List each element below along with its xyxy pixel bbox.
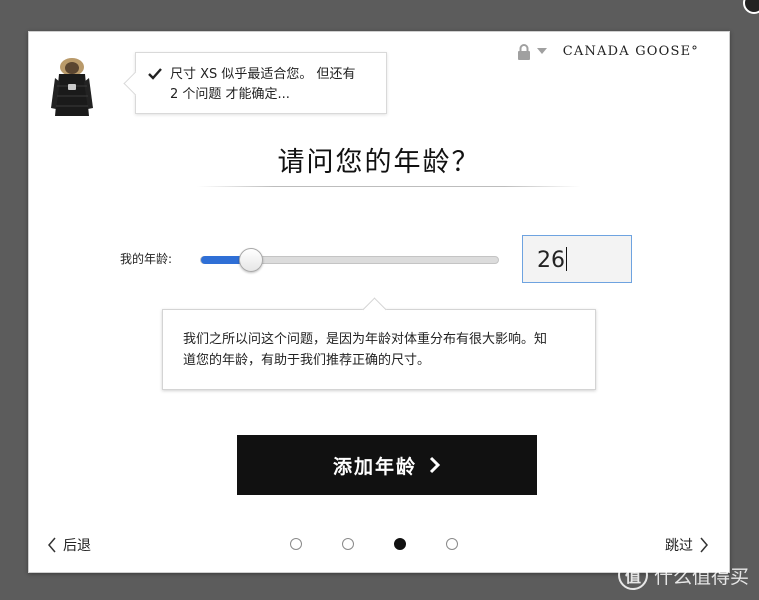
brand-logo: CANADA GOOSE° — [562, 43, 699, 59]
step-pagination — [290, 538, 498, 550]
header-right: CANADA GOOSE° — [517, 42, 699, 60]
add-age-button[interactable]: 添加年龄 — [237, 435, 537, 495]
add-age-button-label: 添加年龄 — [332, 455, 417, 478]
page-title: 请问您的年龄？ — [277, 147, 481, 178]
skip-label: 跳过 — [665, 538, 693, 554]
age-input[interactable]: 26 — [522, 235, 632, 283]
text-caret — [566, 247, 567, 271]
chevron-down-icon[interactable] — [536, 46, 549, 56]
chevron-left-icon — [47, 537, 57, 553]
chevron-right-icon — [429, 456, 441, 474]
age-label: 我的年龄: — [120, 252, 173, 266]
check-icon — [148, 67, 162, 81]
close-button[interactable] — [743, 0, 759, 14]
size-hint-line1: 尺寸 XS 似乎最适合您。 但还有 — [170, 67, 356, 82]
product-image — [49, 56, 95, 128]
title-divider — [197, 186, 581, 187]
pagination-dot[interactable] — [290, 538, 302, 550]
size-finder-modal: CANADA GOOSE° 尺寸 XS 似乎最适合您。 但还有 2 个问题 才能… — [28, 31, 730, 573]
age-slider-handle[interactable] — [239, 248, 264, 272]
pagination-dot[interactable] — [446, 538, 458, 550]
watermark: 值 什么值得买 — [617, 560, 749, 590]
size-hint-tooltip: 尺寸 XS 似乎最适合您。 但还有 2 个问题 才能确定... — [135, 52, 387, 114]
pagination-dot[interactable] — [342, 538, 354, 550]
back-button[interactable]: 后退 — [47, 535, 91, 555]
lock-icon[interactable] — [517, 42, 533, 60]
watermark-text: 什么值得买 — [653, 565, 749, 588]
age-input-value: 26 — [537, 248, 565, 273]
size-hint-line2: 2 个问题 才能确定... — [170, 87, 290, 102]
watermark-logo-icon: 值 — [617, 560, 648, 590]
age-explanation-tooltip: 我们之所以问这个问题，是因为年龄对体重分布有很大影响。知 道您的年龄，有助于我们… — [162, 309, 596, 390]
explanation-line1: 我们之所以问这个问题，是因为年龄对体重分布有很大影响。知 — [183, 332, 548, 347]
explanation-line2: 道您的年龄，有助于我们推荐正确的尺寸。 — [183, 353, 431, 368]
age-slider[interactable] — [200, 248, 499, 272]
skip-button[interactable]: 跳过 — [665, 535, 709, 555]
back-label: 后退 — [63, 538, 91, 554]
chevron-right-icon — [699, 537, 709, 553]
pagination-dot[interactable] — [394, 538, 406, 550]
